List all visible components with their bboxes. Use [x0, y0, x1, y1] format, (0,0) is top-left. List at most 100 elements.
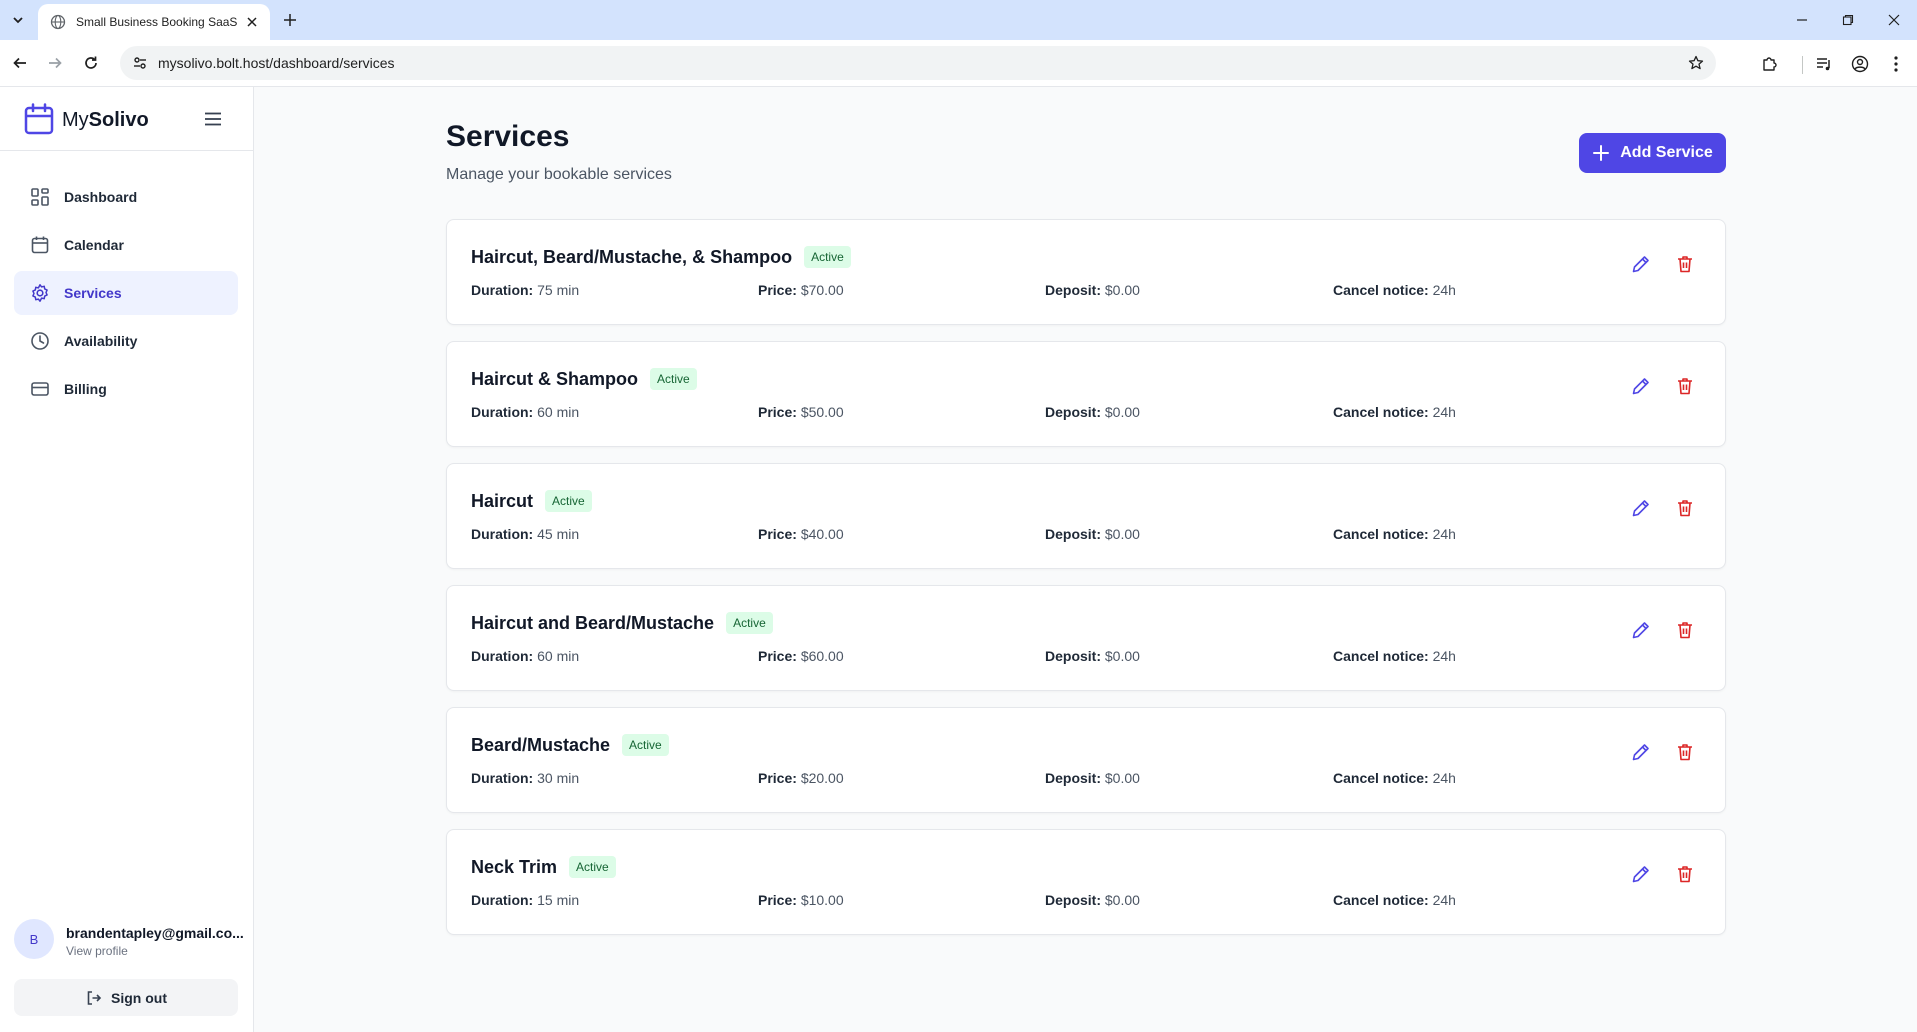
status-badge: Active [726, 612, 773, 634]
service-list: Haircut, Beard/Mustache, & Shampoo Activ… [446, 219, 1726, 951]
service-duration: Duration: 15 min [471, 892, 579, 908]
service-duration: Duration: 45 min [471, 526, 579, 542]
cancel-notice-value: 24h [1432, 892, 1456, 908]
service-cancel-notice: Cancel notice: 24h [1333, 770, 1456, 786]
service-name: Haircut and Beard/Mustache [471, 612, 715, 633]
duration-value: 45 min [537, 526, 580, 542]
delete-trash-icon[interactable] [1671, 494, 1699, 522]
service-card: Beard/Mustache Active Duration: 30 min P… [446, 707, 1726, 813]
service-cancel-notice: Cancel notice: 24h [1333, 526, 1456, 542]
deposit-label: Deposit: [1045, 892, 1101, 908]
price-label: Price: [758, 648, 797, 664]
sign-out-label: Sign out [111, 989, 167, 1006]
extensions-icon[interactable] [1758, 52, 1782, 76]
deposit-value: $0.00 [1104, 648, 1140, 664]
service-name: Beard/Mustache [471, 734, 611, 755]
sidebar-item-label: Calendar [64, 237, 124, 253]
address-bar[interactable]: mysolivo.bolt.host/dashboard/services [120, 46, 1716, 80]
close-tab-icon[interactable] [242, 12, 262, 32]
sidebar-item-services[interactable]: Services [14, 271, 238, 315]
more-menu-icon[interactable] [1884, 52, 1908, 76]
sidebar-item-label: Services [64, 285, 122, 301]
cancel-notice-label: Cancel notice: [1333, 282, 1429, 298]
sidebar-item-label: Billing [64, 381, 107, 397]
dashboard-icon [30, 187, 50, 207]
service-name: Haircut [471, 490, 534, 511]
avatar[interactable]: B [14, 919, 54, 959]
browser-tab[interactable]: Small Business Booking SaaS [38, 4, 270, 40]
service-card: Haircut, Beard/Mustache, & Shampoo Activ… [446, 219, 1726, 325]
deposit-value: $0.00 [1104, 404, 1140, 420]
edit-pencil-icon[interactable] [1627, 616, 1655, 644]
credit-card-icon [30, 379, 50, 399]
delete-trash-icon[interactable] [1671, 250, 1699, 278]
sidebar-item-dashboard[interactable]: Dashboard [14, 175, 238, 219]
price-value: $50.00 [800, 404, 844, 420]
sidebar-item-billing[interactable]: Billing [14, 367, 238, 411]
deposit-value: $0.00 [1104, 770, 1140, 786]
minimize-icon[interactable] [1782, 6, 1822, 34]
delete-trash-icon[interactable] [1671, 372, 1699, 400]
cancel-notice-value: 24h [1432, 282, 1456, 298]
delete-trash-icon[interactable] [1671, 738, 1699, 766]
status-badge: Active [622, 734, 669, 756]
brand-header: MySolivo [0, 87, 253, 151]
edit-pencil-icon[interactable] [1627, 494, 1655, 522]
restore-icon[interactable] [1828, 6, 1868, 34]
deposit-value: $0.00 [1104, 892, 1140, 908]
service-price: Price: $60.00 [758, 648, 844, 664]
bookmark-star-icon[interactable] [1686, 53, 1706, 73]
status-badge: Active [650, 368, 697, 390]
brand-name[interactable]: MySolivo [62, 109, 149, 132]
view-profile-link[interactable]: View profile [66, 944, 128, 958]
delete-trash-icon[interactable] [1671, 860, 1699, 888]
sidebar-item-availability[interactable]: Availability [14, 319, 238, 363]
service-name: Haircut & Shampoo [471, 368, 639, 389]
add-service-button[interactable]: Add Service [1579, 133, 1726, 173]
price-label: Price: [758, 404, 797, 420]
service-duration: Duration: 30 min [471, 770, 579, 786]
user-email: brandentapley@gmail.co... [66, 925, 244, 941]
duration-label: Duration: [471, 648, 534, 664]
back-icon[interactable] [7, 50, 33, 76]
edit-pencil-icon[interactable] [1627, 860, 1655, 888]
service-duration: Duration: 75 min [471, 282, 579, 298]
forward-icon[interactable] [42, 50, 68, 76]
clock-icon [30, 331, 50, 351]
new-tab-icon[interactable] [278, 8, 302, 32]
service-price: Price: $10.00 [758, 892, 844, 908]
status-badge: Active [569, 856, 616, 878]
page-title: Services [446, 120, 570, 153]
tab-search-icon[interactable] [6, 8, 30, 32]
sign-out-icon [85, 989, 103, 1007]
sidebar-item-calendar[interactable]: Calendar [14, 223, 238, 267]
edit-pencil-icon[interactable] [1627, 738, 1655, 766]
cancel-notice-value: 24h [1432, 526, 1456, 542]
deposit-label: Deposit: [1045, 648, 1101, 664]
site-info-icon[interactable] [130, 53, 150, 73]
hamburger-menu-icon[interactable] [201, 107, 225, 131]
sidebar-item-label: Availability [64, 333, 138, 349]
duration-label: Duration: [471, 770, 534, 786]
profile-icon[interactable] [1848, 52, 1872, 76]
cancel-notice-label: Cancel notice: [1333, 892, 1429, 908]
cancel-notice-value: 24h [1432, 770, 1456, 786]
edit-pencil-icon[interactable] [1627, 250, 1655, 278]
close-window-icon[interactable] [1874, 6, 1914, 34]
service-price: Price: $20.00 [758, 770, 844, 786]
cancel-notice-label: Cancel notice: [1333, 648, 1429, 664]
sign-out-button[interactable]: Sign out [14, 979, 238, 1016]
service-price: Price: $50.00 [758, 404, 844, 420]
reload-icon[interactable] [78, 50, 104, 76]
gear-icon [30, 283, 50, 303]
price-value: $60.00 [800, 648, 844, 664]
price-value: $70.00 [800, 282, 844, 298]
user-profile[interactable]: B brandentapley@gmail.co... View profile [14, 919, 244, 961]
calendar-logo-icon [24, 103, 54, 135]
service-price: Price: $40.00 [758, 526, 844, 542]
delete-trash-icon[interactable] [1671, 616, 1699, 644]
duration-value: 30 min [537, 770, 580, 786]
edit-pencil-icon[interactable] [1627, 372, 1655, 400]
media-controls-icon[interactable] [1812, 52, 1836, 76]
price-value: $40.00 [800, 526, 844, 542]
